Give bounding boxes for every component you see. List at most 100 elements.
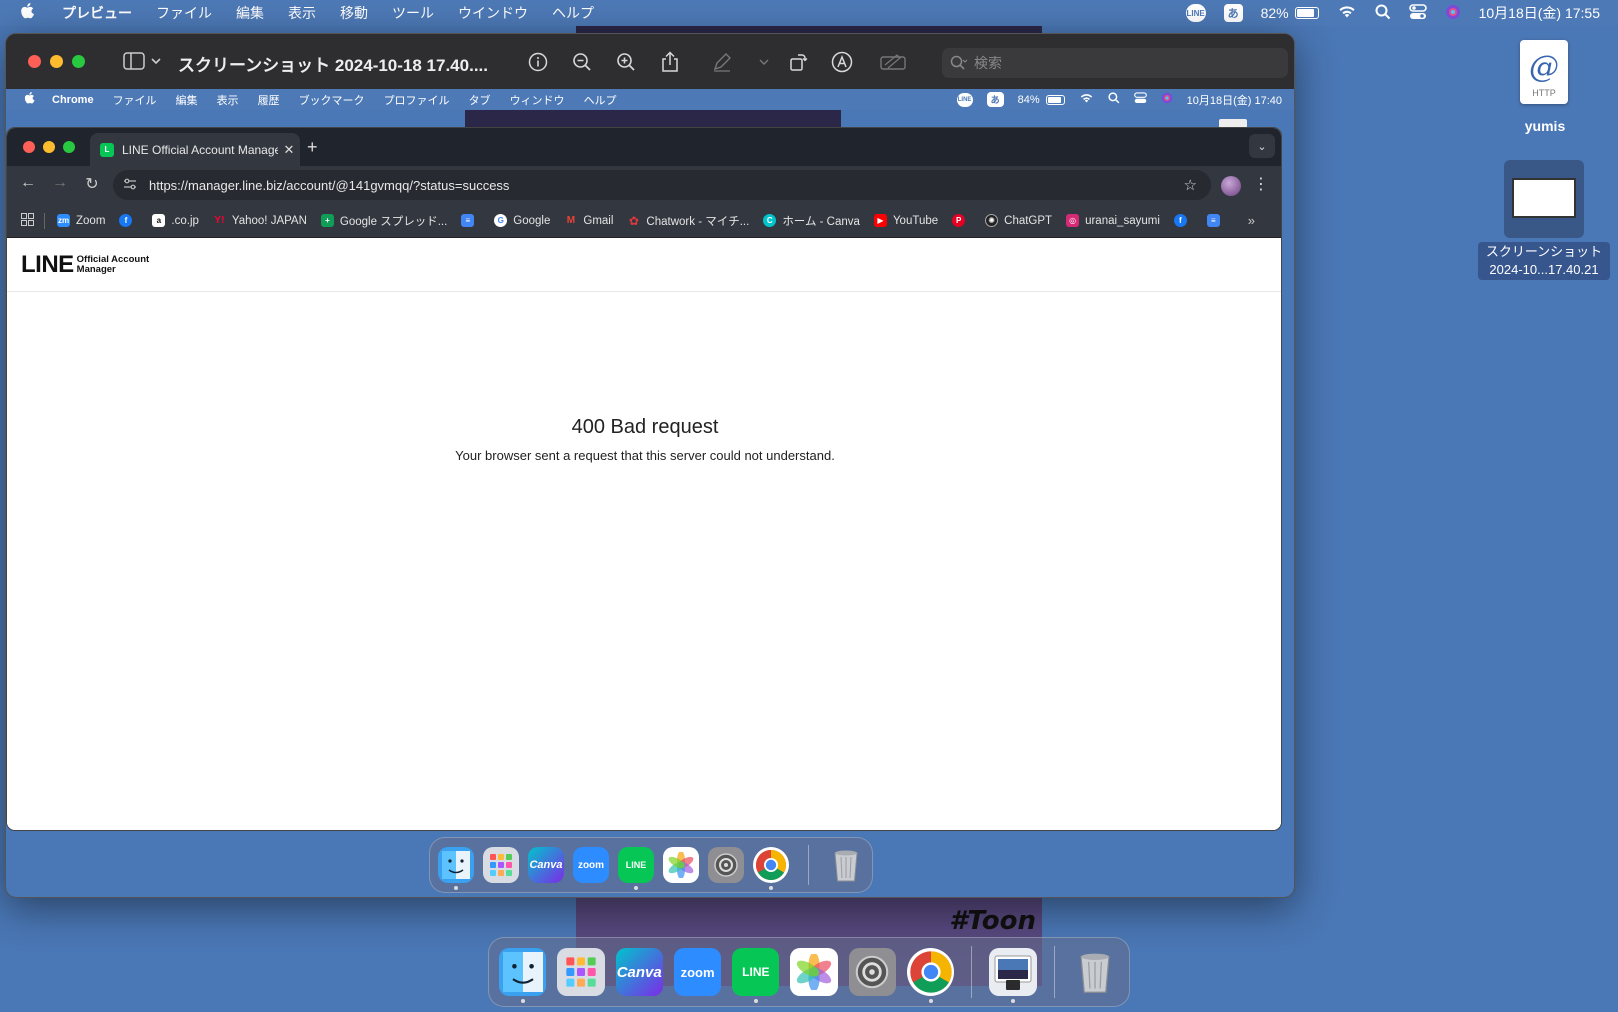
- share-icon[interactable]: [648, 49, 692, 75]
- close-window-button[interactable]: [28, 55, 41, 68]
- dock-line-icon[interactable]: LINE: [732, 948, 780, 1003]
- dock-canva-icon[interactable]: Canva: [615, 948, 663, 996]
- desktop-http-file-icon[interactable]: @ HTTP: [1520, 40, 1568, 104]
- chrome-menu-icon: ⋮: [1253, 176, 1269, 193]
- dock-finder-icon[interactable]: [499, 948, 547, 1003]
- apple-menu-icon[interactable]: [20, 2, 38, 25]
- desktop-http-file-name[interactable]: yumis: [1500, 118, 1590, 134]
- bookmark-label: .co.jp: [171, 214, 199, 227]
- menu-tools[interactable]: ツール: [392, 3, 434, 23]
- bookmark-facebook: f: [119, 214, 138, 227]
- inner-menu-tab: タブ: [468, 94, 491, 107]
- dock-zoom-icon[interactable]: zoom: [673, 948, 722, 996]
- inner-control-center-icon: [1133, 92, 1147, 107]
- menu-help[interactable]: ヘルプ: [552, 3, 594, 23]
- dock-chrome-icon[interactable]: [907, 948, 955, 1003]
- instagram-icon: ◎: [1066, 214, 1080, 227]
- screenshot-name-line-2: 2024-10...17.40.21: [1489, 262, 1599, 277]
- chrome-nav-buttons: ← → ↻: [19, 174, 101, 194]
- address-url: https://manager.line.biz/account/@141gvm…: [149, 177, 510, 193]
- docs-icon: ≡: [461, 214, 475, 227]
- inner-menu-window: ウィンドウ: [509, 94, 565, 107]
- chevron-down-icon[interactable]: [752, 49, 776, 75]
- clock[interactable]: 10月18日(金) 17:55: [1479, 3, 1600, 23]
- chrome-window-controls: [23, 141, 75, 153]
- zoom-window-button[interactable]: [72, 55, 85, 68]
- form-fill-icon[interactable]: [864, 49, 922, 75]
- menu-bar: プレビュー ファイル 編集 表示 移動 ツール ウインドウ ヘルプ LINE あ…: [0, 0, 1618, 26]
- dock-launchpad-icon[interactable]: [557, 948, 605, 996]
- spotlight-search-icon[interactable]: [1375, 4, 1391, 23]
- sidebar-toggle-button[interactable]: [123, 52, 161, 70]
- bookmark-label: Google スプレッド...: [339, 215, 448, 228]
- markup-icon[interactable]: [820, 49, 864, 75]
- zoom-in-icon[interactable]: [604, 49, 648, 75]
- chrome-window: L LINE Official Account Manage ✕ + ⌄ ← →…: [6, 127, 1282, 831]
- inner-dock-launchpad-icon: [483, 847, 519, 883]
- browser-tab-line-oam: L LINE Official Account Manage ✕: [90, 133, 300, 166]
- inner-dock-canva-icon: Canva: [528, 847, 564, 883]
- dock-photos-icon[interactable]: [790, 948, 838, 996]
- rotate-icon[interactable]: [776, 49, 820, 75]
- new-tab-icon: +: [307, 137, 318, 157]
- inner-battery-percent: 84%: [1017, 93, 1040, 106]
- minimize-window-button[interactable]: [50, 55, 63, 68]
- markup-pen-icon[interactable]: [692, 49, 752, 75]
- web-page: LINE Official Account Manager 400 Bad re…: [7, 238, 1281, 830]
- window-controls: [28, 55, 85, 68]
- battery-percent: 82%: [1260, 5, 1289, 21]
- menu-app-preview[interactable]: プレビュー: [62, 3, 132, 23]
- menu-file[interactable]: ファイル: [156, 3, 212, 23]
- control-center-icon[interactable]: [1408, 3, 1427, 23]
- back-arrow-icon: ←: [20, 174, 36, 191]
- inner-battery-status: 84%: [1018, 94, 1065, 106]
- menu-edit[interactable]: 編集: [236, 3, 264, 23]
- logo-line-text: LINE: [21, 250, 74, 278]
- preview-search-field[interactable]: 検索: [942, 48, 1288, 78]
- sheets-icon: +: [320, 214, 334, 227]
- bookmarks-bar: zm Zoom f a .co.jp Y! Yahoo! JAPAN + Google …: [7, 204, 1281, 238]
- chatgpt-icon: ✺: [985, 214, 999, 227]
- battery-status[interactable]: 82%: [1261, 5, 1319, 21]
- bookmark-google-docs: ≡: [461, 214, 480, 227]
- bookmark-label: ChatGPT: [1004, 214, 1053, 227]
- inner-search-icon: [1107, 92, 1120, 107]
- menu-view[interactable]: 表示: [288, 3, 316, 23]
- sidebar-icon: [123, 52, 145, 70]
- bookmark-canva: C ホーム - Canva: [763, 213, 860, 229]
- line-status-icon[interactable]: LINE: [1185, 4, 1206, 22]
- dock-preview-icon[interactable]: [989, 948, 1037, 1003]
- at-sign-icon: @: [1529, 50, 1559, 85]
- desktop-screenshot-file-name[interactable]: スクリーンショット 2024-10...17.40.21: [1478, 242, 1610, 280]
- dock-trash-icon[interactable]: [1072, 948, 1119, 996]
- desktop-screenshot-file-icon[interactable]: [1504, 160, 1584, 238]
- menu-go[interactable]: 移動: [340, 3, 368, 23]
- inner-menu-chrome: Chrome: [52, 93, 94, 106]
- inner-menu-extras: LINE あ 84% 10月18日(金) 17:40: [956, 89, 1282, 110]
- bookmark-gmail: M Gmail: [564, 214, 614, 227]
- input-mode-icon[interactable]: あ: [1223, 4, 1243, 22]
- dock-settings-icon[interactable]: [848, 948, 897, 996]
- preview-document-canvas[interactable]: Chrome ファイル 編集 表示 履歴 ブックマーク プロファイル タブ ウィ…: [6, 89, 1294, 897]
- wifi-icon[interactable]: [1337, 4, 1357, 22]
- more-bookmarks-icon: »: [1247, 213, 1255, 228]
- address-bar: https://manager.line.biz/account/@141gvm…: [113, 170, 1211, 200]
- bookmark-star-icon: ☆: [1183, 177, 1197, 194]
- line-oam-header: LINE Official Account Manager: [7, 238, 1281, 292]
- bookmark-youtube: ▶ YouTube: [873, 214, 938, 227]
- bookmark-google-sheets: + Google スプレッド...: [320, 213, 448, 229]
- menu-window[interactable]: ウインドウ: [458, 3, 528, 23]
- logo-subtitle: Official Account Manager: [77, 254, 150, 275]
- http-file-type-label: HTTP: [1532, 88, 1556, 98]
- preview-document-title[interactable]: スクリーンショット 2024-10-18 17.40....: [178, 51, 488, 76]
- bookmark-label: uranai_sayumi: [1085, 214, 1160, 227]
- bookmark-chatgpt: ✺ ChatGPT: [985, 214, 1052, 227]
- inner-menu-bar: Chrome ファイル 編集 表示 履歴 ブックマーク プロファイル タブ ウィ…: [6, 89, 1294, 110]
- inner-wifi-icon: [1079, 92, 1094, 107]
- bookmark-google-docs-2: ≡: [1206, 214, 1226, 227]
- siri-icon[interactable]: [1445, 4, 1461, 23]
- zoom-out-icon[interactable]: [560, 49, 604, 75]
- info-icon[interactable]: [516, 49, 560, 75]
- search-placeholder: 検索: [974, 55, 1002, 71]
- bookmark-facebook-2: f: [1173, 214, 1193, 227]
